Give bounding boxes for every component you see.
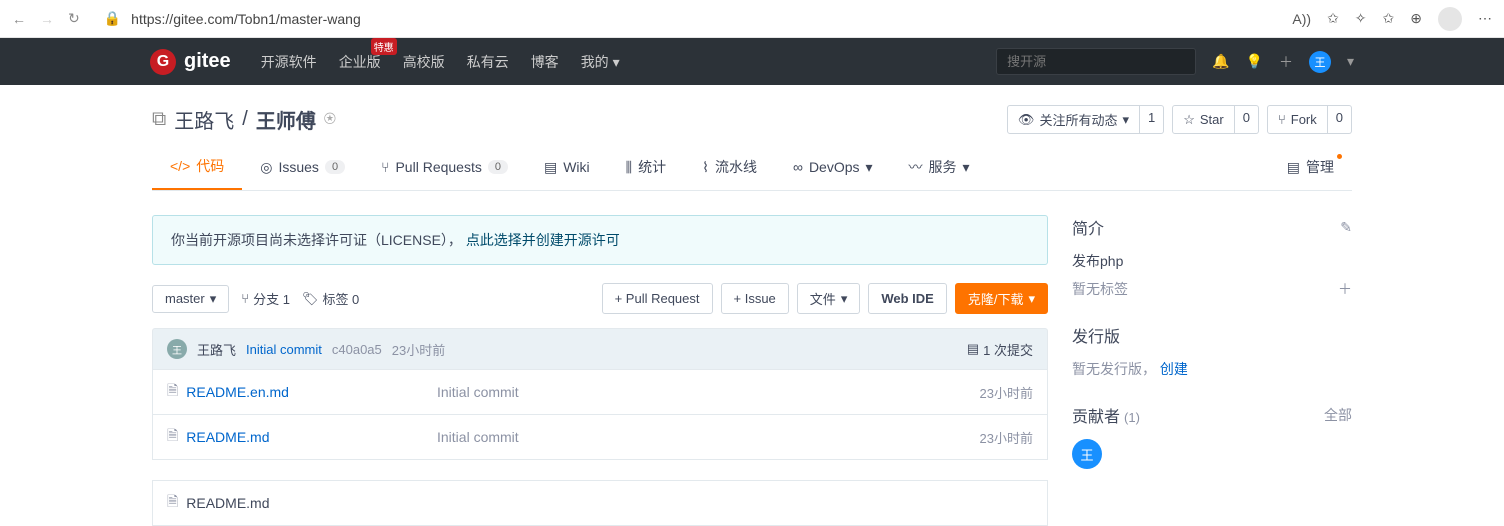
favorite-icon[interactable]: ✩ [1327,10,1339,27]
url-text: https://gitee.com/Tobn1/master-wang [131,11,361,27]
tab-pipeline[interactable]: ⌇ 流水线 [684,144,775,190]
file-time: 23小时前 [980,428,1033,447]
avatar-chevron-icon[interactable]: ▾ [1347,53,1354,70]
repo-icon: ⧉ [152,108,166,131]
file-list: 🗎README.en.md Initial commit 23小时前 🗎READ… [152,370,1048,460]
create-release-link[interactable]: 创建 [1160,361,1188,377]
watch-button[interactable]: 👁 关注所有动态 ▾ [1007,105,1140,134]
release-title: 发行版 [1072,323,1120,347]
star-button[interactable]: ☆ Star [1172,105,1235,134]
contributor-avatar[interactable]: 王 [1072,439,1102,469]
repo-tabs: </> 代码 ◎ Issues 0 ⑂ Pull Requests 0 ▤ Wi… [152,144,1352,191]
logo-text: gitee [184,50,231,73]
site-header: G gitee 开源软件 企业版 特惠 高校版 私有云 博客 我的 ▾ 🔔 💡 … [0,38,1504,85]
commit-avatar[interactable]: 王 [167,339,187,359]
tab-devops[interactable]: ∞ DevOps ▾ [775,144,891,190]
license-banner: 你当前开源项目尚未选择许可证（LICENSE）， 点此选择并创建开源许可 [152,215,1048,265]
nav-blog[interactable]: 博客 [531,48,559,76]
nav-enterprise[interactable]: 企业版 特惠 [339,48,381,76]
tab-pr[interactable]: ⑂ Pull Requests 0 [363,144,526,190]
readme-header: 🗎 README.md [152,480,1048,526]
new-issue-button[interactable]: + Issue [721,283,789,314]
file-link[interactable]: 🗎README.md [167,425,437,449]
tab-wiki[interactable]: ▤ Wiki [526,144,608,190]
profile-icon[interactable] [1438,7,1462,31]
file-row: 🗎README.en.md Initial commit 23小时前 [153,370,1047,415]
fork-button[interactable]: ⑂ Fork [1267,105,1328,134]
watch-count[interactable]: 1 [1140,105,1164,134]
intro-text: 发布php [1072,251,1352,271]
commit-message[interactable]: Initial commit [246,342,322,357]
badge-icon: ⍟ [324,108,336,131]
file-row: 🗎README.md Initial commit 23小时前 [153,415,1047,459]
file-time: 23小时前 [980,383,1033,402]
promo-badge: 特惠 [371,38,397,55]
no-release: 暂无发行版， [1072,361,1156,377]
contrib-count: (1) [1124,410,1140,425]
commit-time: 23小时前 [392,340,445,359]
repo-title: ⧉ 王路飞 / 王师傅 ⍟ [152,105,336,134]
star-count[interactable]: 0 [1235,105,1259,134]
address-bar[interactable]: 🔒 https://gitee.com/Tobn1/master-wang [94,10,1279,27]
repo-owner[interactable]: 王路飞 [174,105,234,134]
search-input[interactable] [996,48,1196,75]
branch-count[interactable]: ⑂ 分支 1 [241,289,290,308]
file-commit-msg[interactable]: Initial commit [437,384,980,400]
repo-header: ⧉ 王路飞 / 王师傅 ⍟ 👁 关注所有动态 ▾ 1 ☆ Star 0 ⑂ Fo… [152,85,1352,144]
nav-opensource[interactable]: 开源软件 [261,48,317,76]
browser-toolbar: ← → ↻ 🔒 https://gitee.com/Tobn1/master-w… [0,0,1504,38]
lock-icon: 🔒 [104,10,121,27]
plus-icon[interactable]: ＋ [1279,52,1293,72]
tab-service[interactable]: 〰 服务 ▾ [891,144,988,190]
logo-icon: G [150,49,176,75]
all-contrib-link[interactable]: 全部 [1324,405,1352,425]
webide-button[interactable]: Web IDE [868,283,947,314]
more-icon[interactable]: ⋯ [1478,10,1492,27]
collections-icon[interactable]: ⊕ [1410,10,1422,27]
favorites-bar-icon[interactable]: ✩ [1383,10,1395,27]
bulb-icon[interactable]: 💡 [1246,53,1263,70]
file-button[interactable]: 文件 ▾ [797,283,861,314]
nav-private[interactable]: 私有云 [467,48,509,76]
intro-title: 简介 [1072,215,1104,239]
nav-mine[interactable]: 我的 ▾ [581,48,620,76]
edit-intro-icon[interactable]: ✎ [1340,219,1352,236]
tab-issues[interactable]: ◎ Issues 0 [242,144,363,190]
file-link[interactable]: 🗎README.en.md [167,380,437,404]
fork-count[interactable]: 0 [1328,105,1352,134]
forward-icon[interactable]: → [40,11,54,27]
banner-text: 你当前开源项目尚未选择许可证（LICENSE）， [171,232,462,248]
tab-code[interactable]: </> 代码 [152,144,242,190]
file-icon: 🗎 [167,491,178,515]
tag-count[interactable]: 🏷 标签 0 [302,289,359,308]
file-icon: 🗎 [167,425,178,449]
file-icon: 🗎 [167,380,178,404]
new-pr-button[interactable]: + Pull Request [602,283,713,314]
commit-author[interactable]: 王路飞 [197,340,236,359]
latest-commit: 王 王路飞 Initial commit c40a0a5 23小时前 ▤ 1 次… [152,328,1048,370]
file-commit-msg[interactable]: Initial commit [437,429,980,445]
commit-count[interactable]: ▤ 1 次提交 [967,340,1033,359]
readme-title: README.md [186,495,269,511]
extensions-icon[interactable]: ✧ [1355,10,1367,27]
tab-manage[interactable]: ▤ 管理 [1269,144,1352,190]
nav-university[interactable]: 高校版 [403,48,445,76]
repo-name[interactable]: 王师傅 [256,105,316,134]
user-avatar[interactable]: 王 [1309,51,1331,73]
notification-dot [1337,154,1342,159]
contrib-title: 贡献者 [1072,403,1120,427]
tab-stats[interactable]: ⫼ 统计 [608,144,684,190]
clone-button[interactable]: 克隆/下载 ▾ [955,283,1048,314]
add-tag-icon[interactable]: ＋ [1338,279,1352,299]
refresh-icon[interactable]: ↻ [68,10,80,27]
bell-icon[interactable]: 🔔 [1212,53,1229,70]
logo[interactable]: G gitee [150,49,231,75]
banner-link[interactable]: 点此选择并创建开源许可 [466,232,620,248]
branch-select[interactable]: master ▾ [152,285,229,313]
no-tags: 暂无标签 [1072,279,1128,299]
commit-sha[interactable]: c40a0a5 [332,342,382,357]
text-size-icon[interactable]: A)) [1292,11,1311,27]
back-icon[interactable]: ← [12,11,26,27]
code-toolbar: master ▾ ⑂ 分支 1 🏷 标签 0 + Pull Request + … [152,283,1048,314]
